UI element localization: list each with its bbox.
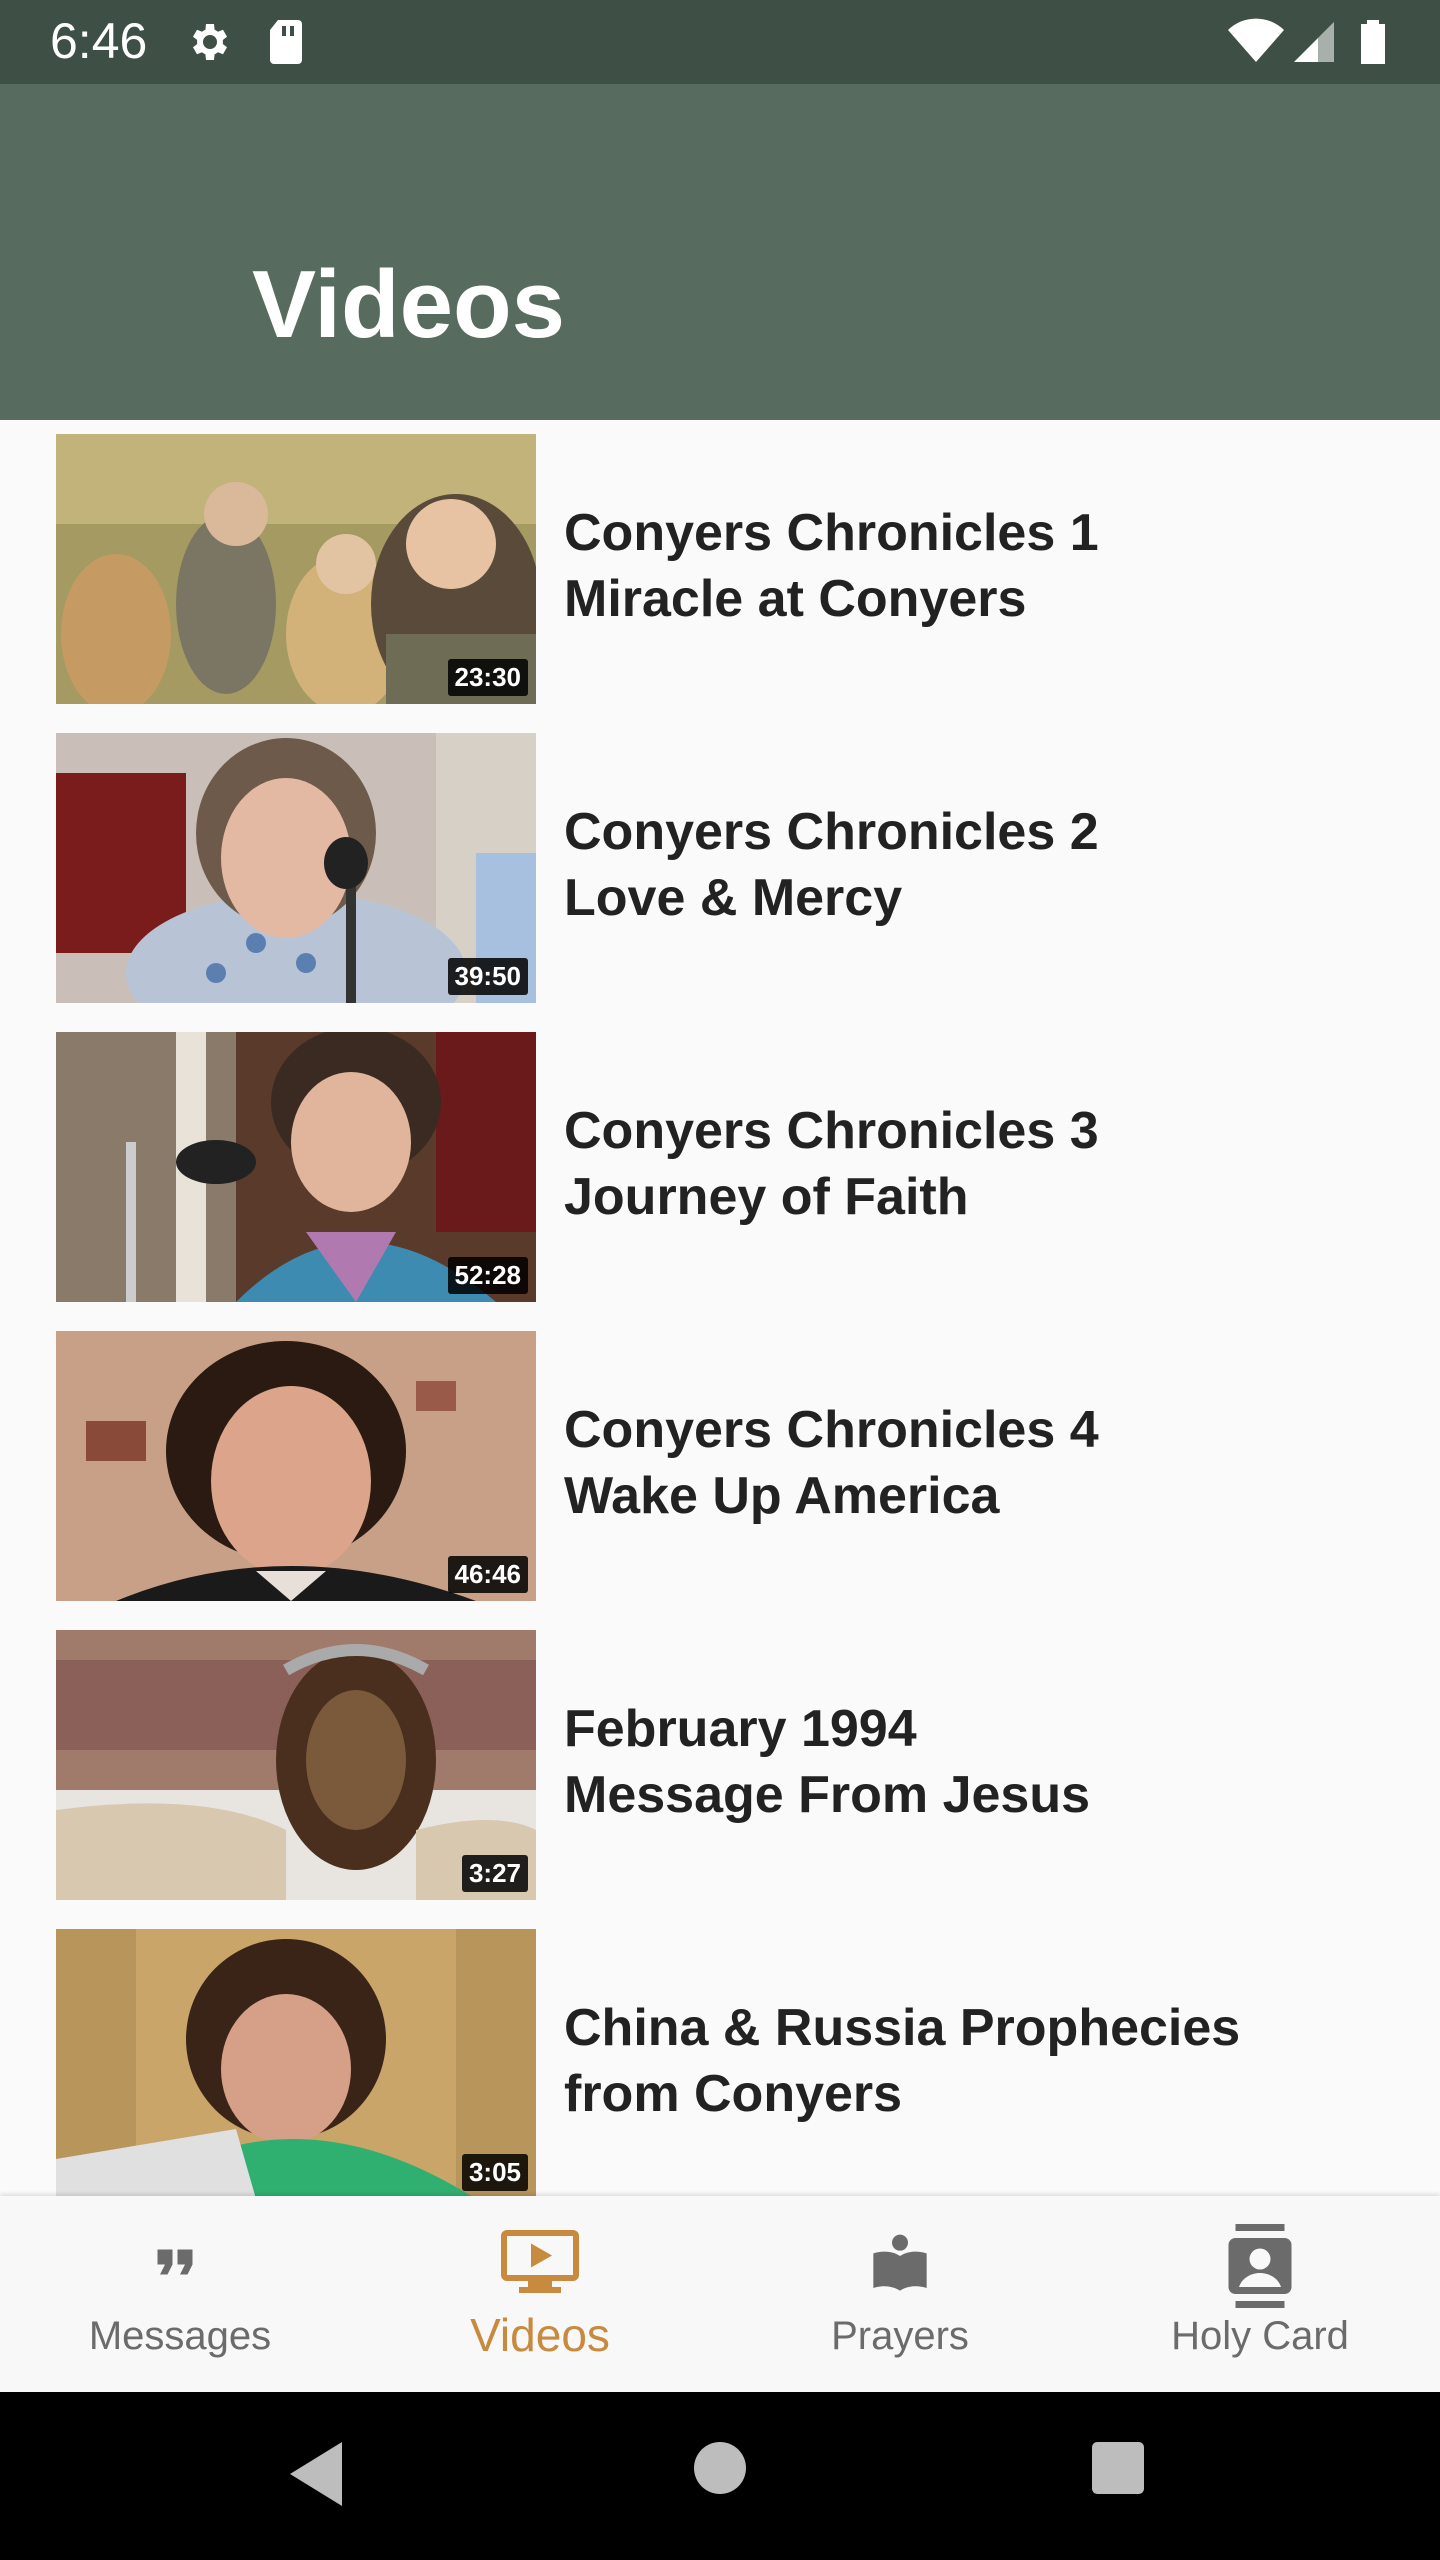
system-navigation-bar: [0, 2392, 1440, 2560]
video-list-item[interactable]: 46:46 Conyers Chronicles 4 Wake Up Ameri…: [0, 1317, 1440, 1616]
video-thumbnail[interactable]: 3:27: [56, 1630, 536, 1900]
video-thumbnail[interactable]: 39:50: [56, 733, 536, 1003]
video-title: Conyers Chronicles 2 Love & Mercy: [564, 799, 1384, 931]
video-title: Conyers Chronicles 1 Miracle at Conyers: [564, 500, 1384, 632]
video-thumbnail[interactable]: 23:30: [56, 434, 536, 704]
video-duration: 3:27: [461, 1855, 528, 1892]
video-list[interactable]: 23:30 Conyers Chronicles 1 Miracle at Co…: [0, 420, 1440, 2196]
video-title-line1: Conyers Chronicles 1: [564, 504, 1099, 562]
video-list-item[interactable]: 3:27 February 1994 Message From Jesus: [0, 1616, 1440, 1915]
status-time: 6:46: [50, 13, 148, 69]
page-title: Videos: [252, 251, 566, 358]
video-title-line2: Love & Mercy: [564, 869, 903, 927]
video-title-line2: Journey of Faith: [564, 1168, 969, 1226]
video-list-item[interactable]: 39:50 Conyers Chronicles 2 Love & Mercy: [0, 719, 1440, 1018]
nav-item-messages[interactable]: Messages: [0, 2196, 360, 2392]
video-list-item[interactable]: 23:30 Conyers Chronicles 1 Miracle at Co…: [0, 420, 1440, 719]
recents-icon[interactable]: [1092, 2442, 1144, 2499]
nav-label: Prayers: [831, 2314, 969, 2358]
video-list-item[interactable]: 3:05 China & Russia Prophecies from Cony…: [0, 1915, 1440, 2196]
video-thumbnail[interactable]: 52:28: [56, 1032, 536, 1302]
video-title-line2: from Conyers: [564, 2065, 903, 2123]
video-title-line2: Message From Jesus: [564, 1766, 1091, 1824]
video-thumbnail[interactable]: 46:46: [56, 1331, 536, 1601]
book-reader-icon: [868, 2232, 932, 2301]
video-duration: 3:05: [461, 2154, 528, 2191]
video-icon: [498, 2224, 582, 2301]
video-duration: 23:30: [447, 659, 528, 696]
back-icon[interactable]: [290, 2442, 346, 2511]
video-title-line1: Conyers Chronicles 4: [564, 1401, 1099, 1459]
video-list-item[interactable]: 52:28 Conyers Chronicles 3 Journey of Fa…: [0, 1018, 1440, 1317]
video-title: China & Russia Prophecies from Conyers: [564, 1995, 1384, 2127]
video-title: February 1994 Message From Jesus: [564, 1696, 1384, 1828]
nav-item-holy-card[interactable]: Holy Card: [1080, 2196, 1440, 2392]
video-duration: 39:50: [447, 958, 528, 995]
wifi-icon: [1228, 18, 1284, 71]
video-title-line2: Wake Up America: [564, 1467, 1000, 1525]
nav-item-prayers[interactable]: Prayers: [720, 2196, 1080, 2392]
quote-icon: [150, 2232, 210, 2297]
video-title-line1: China & Russia Prophecies: [564, 1999, 1241, 2057]
nav-item-videos[interactable]: Videos: [360, 2196, 720, 2392]
app-bar: Videos: [0, 84, 1440, 420]
video-title-line1: February 1994: [564, 1700, 917, 1758]
nav-label: Videos: [470, 2309, 610, 2361]
sd-card-icon: [264, 18, 308, 71]
signal-icon: [1290, 18, 1338, 71]
nav-label: Messages: [88, 2314, 272, 2358]
settings-icon: [184, 18, 232, 71]
video-title-line1: Conyers Chronicles 2: [564, 803, 1099, 861]
video-title: Conyers Chronicles 4 Wake Up America: [564, 1397, 1384, 1529]
nav-label: Holy Card: [1171, 2314, 1349, 2358]
video-thumbnail[interactable]: 3:05: [56, 1929, 536, 2196]
status-bar: 6:46: [0, 0, 1440, 84]
contact-card-icon: [1224, 2224, 1296, 2313]
bottom-navigation: Messages Videos Prayers Holy Card: [0, 2196, 1440, 2392]
video-title: Conyers Chronicles 3 Journey of Faith: [564, 1098, 1384, 1230]
video-duration: 52:28: [447, 1257, 528, 1294]
video-title-line1: Conyers Chronicles 3: [564, 1102, 1099, 1160]
video-title-line2: Miracle at Conyers: [564, 570, 1027, 628]
video-duration: 46:46: [447, 1556, 528, 1593]
battery-icon: [1358, 18, 1388, 71]
home-icon[interactable]: [694, 2442, 746, 2499]
